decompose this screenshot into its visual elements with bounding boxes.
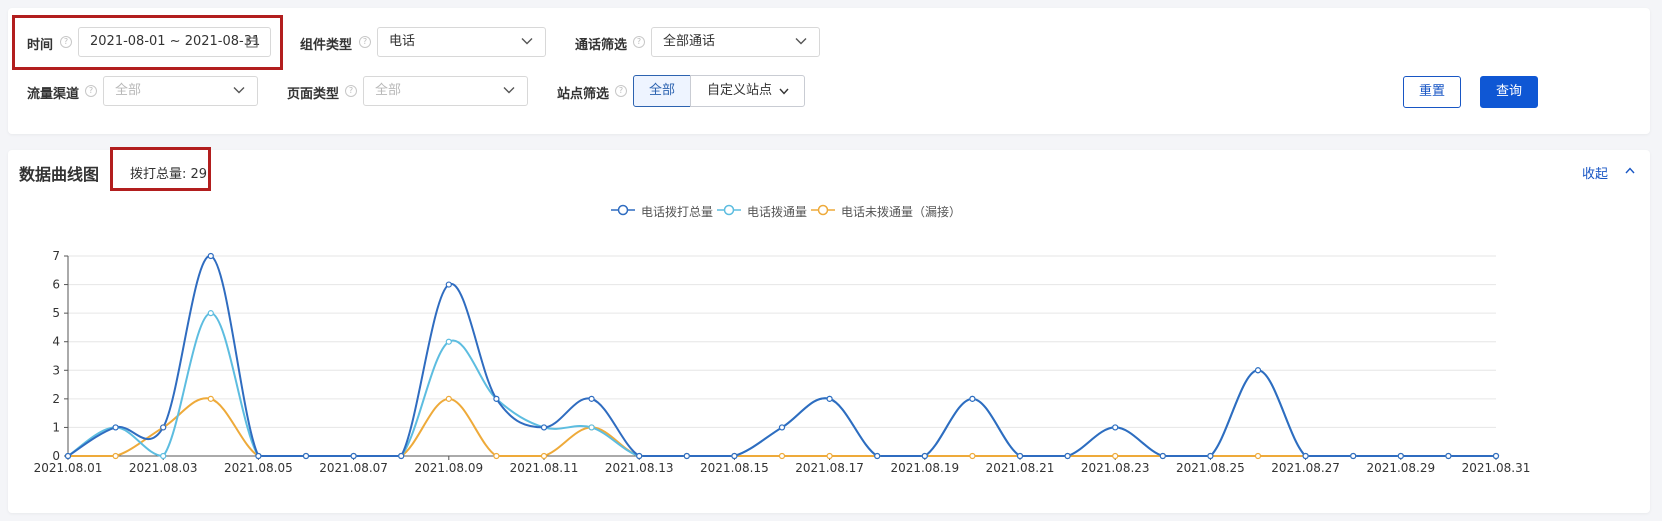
x-tick-label: 2021.08.07 [319,461,388,475]
series-missed-point [778,452,786,460]
series-total-point [826,395,833,402]
series-missed-point [112,452,119,460]
series-total-point [874,452,881,460]
series-connected-point [588,424,595,431]
series-connected-point [160,452,167,460]
x-tick-label: 2021.08.01 [34,461,103,475]
series-total-point [302,452,310,460]
series-total-point [1112,424,1119,431]
y-tick-label: 1 [52,420,60,434]
series-total-point [1302,452,1309,460]
series-missed-point [1112,452,1119,460]
y-tick-label: 7 [52,249,60,263]
series-total-point [350,452,357,460]
series-total-point [636,452,643,460]
series-total-point [1445,452,1452,460]
series-total-point [398,452,405,460]
series-connected-point [207,310,214,317]
series-total-point [540,424,548,431]
series-total-point [64,452,72,460]
x-tick-label: 2021.08.15 [700,461,769,475]
series-total-point [207,252,214,260]
x-tick-label: 2021.08.17 [795,461,864,475]
series-total-point [683,452,690,460]
x-tick-label: 2021.08.25 [1176,461,1245,475]
x-tick-label: 2021.08.13 [605,461,674,475]
series-total-point [255,452,262,460]
series-total-point [1350,452,1357,460]
y-tick-label: 3 [52,363,60,377]
series-total-point [778,424,786,431]
series-missed-point [207,395,214,402]
series-connected-line [67,312,1496,458]
x-tick-label: 2021.08.29 [1366,461,1435,475]
y-tick-label: 6 [52,278,60,292]
series-total-point [1254,367,1262,374]
series-connected-point [445,338,452,345]
series-total-point [445,281,452,288]
y-tick-label: 5 [52,306,60,320]
line-chart: 012345672021.08.01 2021.08.03 2021.08.05 20… [34,249,1531,475]
y-tick-label: 4 [52,335,60,349]
series-total-point [160,424,167,431]
series-total-point [921,452,928,460]
series-missed-point [969,452,976,460]
series-total-point [1064,452,1071,460]
x-tick-label: 2021.08.05 [224,461,293,475]
series-total-point [112,424,119,431]
series-total-point [1016,452,1024,460]
x-tick-label: 2021.08.03 [129,461,198,475]
x-tick-label: 2021.08.19 [890,461,959,475]
x-tick-label: 2021.08.21 [986,461,1055,475]
series-missed-point [493,452,500,460]
series-missed-point [826,452,833,460]
x-tick-label: 2021.08.09 [414,461,483,475]
series-total-point [969,395,976,402]
y-tick-label: 2 [52,392,60,406]
x-tick-label: 2021.08.11 [510,461,579,475]
series-total-point [1397,452,1404,460]
series-missed-point [445,395,452,402]
series-total-point [1159,452,1166,460]
series-total-point [1207,452,1214,460]
series-missed-point [1254,452,1262,460]
series-total-point [588,395,595,402]
x-tick-label: 2021.08.23 [1081,461,1150,475]
series-total-point [731,452,738,460]
x-tick-label: 2021.08.31 [1462,461,1531,475]
series-total-point [493,395,500,402]
series-missed-point [540,452,548,460]
x-tick-label: 2021.08.27 [1271,461,1340,475]
series-total-point [1492,452,1500,460]
